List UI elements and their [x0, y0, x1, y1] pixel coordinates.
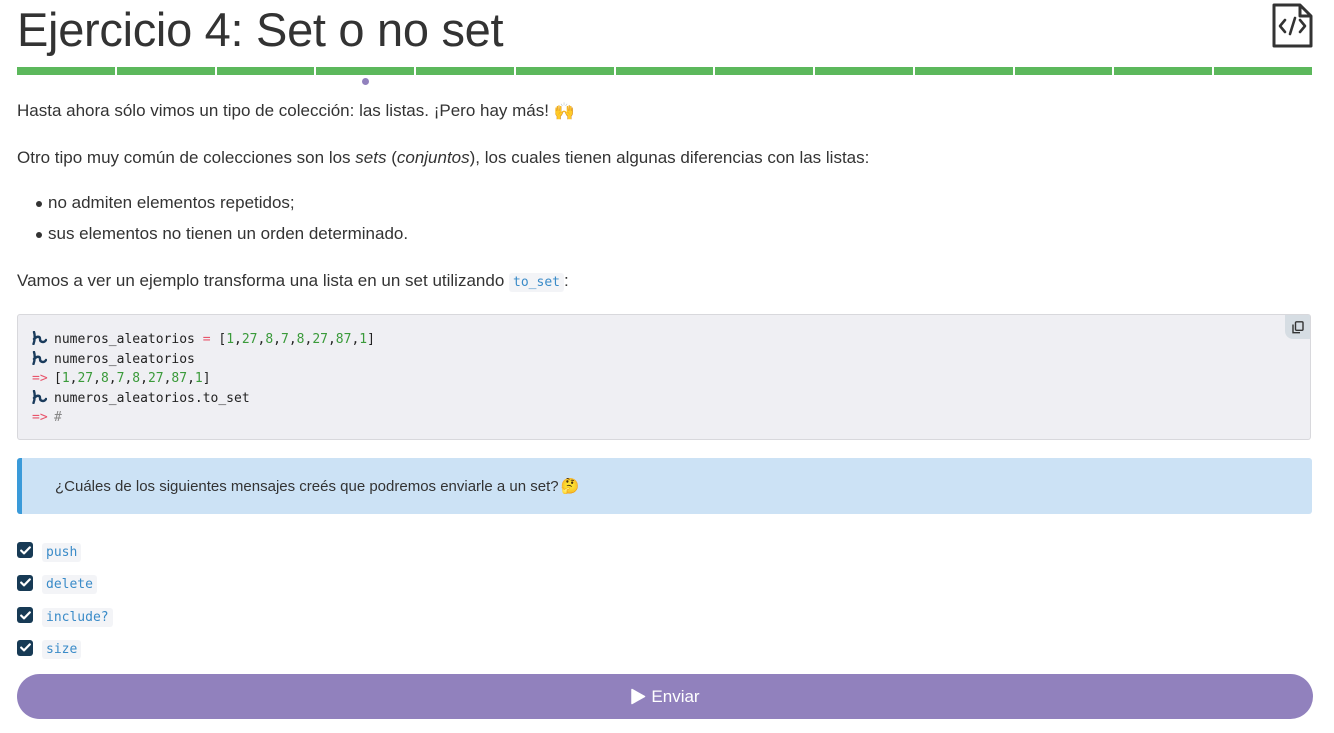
progress-segment[interactable]	[815, 67, 913, 75]
to-set-code: to_set	[509, 273, 564, 292]
list-item-text: no admiten elementos repetidos;	[48, 193, 295, 212]
progress-segment[interactable]	[1114, 67, 1213, 75]
option-label: delete	[42, 575, 97, 595]
sets-paragraph: Otro tipo muy común de colecciones son l…	[17, 147, 869, 169]
sets-text-mid: (	[386, 148, 397, 167]
bullet-dot	[36, 201, 42, 207]
progress-segment[interactable]	[216, 67, 315, 75]
list-item: sus elementos no tienen un orden determi…	[17, 223, 408, 254]
code-lines: numeros_aleatorios = [1,27,8,7,8,27,87,1…	[32, 330, 375, 428]
copy-button[interactable]	[1285, 315, 1310, 339]
checkbox[interactable]	[17, 574, 33, 591]
checkbox[interactable]	[17, 542, 33, 559]
example-paragraph: Vamos a ver un ejemplo transforma una li…	[17, 270, 569, 294]
sets-term: sets	[355, 148, 387, 167]
intro-paragraph: Hasta ahora sólo vimos un tipo de colecc…	[17, 100, 575, 123]
progress-segment[interactable]	[615, 67, 714, 75]
check-icon	[19, 546, 31, 555]
progress-segment[interactable]	[715, 67, 814, 75]
answer-option[interactable]: delete	[17, 569, 113, 602]
list-item-text: sus elementos no tienen un orden determi…	[48, 224, 409, 243]
option-label: include?	[42, 607, 113, 627]
exercise-progress-bar	[17, 67, 1312, 75]
checkbox[interactable]	[17, 639, 33, 656]
sets-text-after: ), los cuales tienen algunas diferencias…	[469, 148, 870, 167]
progress-segment[interactable]	[515, 67, 614, 75]
progress-segment[interactable]	[116, 67, 215, 75]
question-callout: ¿Cuáles de los siguientes mensajes creés…	[17, 458, 1312, 514]
progress-segment[interactable]	[1214, 67, 1312, 75]
question-text: ¿Cuáles de los siguientes mensajes creés…	[55, 477, 559, 495]
copy-icon	[1291, 320, 1304, 333]
checkbox[interactable]	[17, 607, 33, 624]
intro-text: Hasta ahora sólo vimos un tipo de colecc…	[17, 101, 554, 120]
thinking-face-emoji-icon: 🤔	[560, 478, 580, 495]
page-title: Ejercicio 4: Set o no set	[17, 3, 504, 56]
current-exercise-marker	[362, 78, 369, 85]
ruby-prompt-icon	[32, 389, 54, 411]
example-text: Vamos a ver un ejemplo transforma una li…	[17, 271, 510, 290]
check-icon	[19, 578, 31, 587]
conjuntos-term: conjuntos	[396, 148, 470, 167]
answer-options: push delete include? size	[17, 536, 113, 666]
bullet-dot	[36, 232, 42, 238]
raised-hands-emoji-icon: 🙌	[553, 101, 575, 121]
exercise-page: Ejercicio 4: Set o no set Hasta ahora só…	[0, 0, 1334, 733]
console-output-line: => #	[32, 410, 62, 426]
option-label: size	[42, 640, 82, 660]
progress-segment[interactable]	[17, 67, 115, 75]
check-icon	[19, 611, 31, 620]
console-input-line: numeros_aleatorios	[32, 350, 375, 370]
progress-segment[interactable]	[416, 67, 514, 75]
ruby-prompt-icon	[32, 330, 54, 352]
play-icon	[631, 688, 646, 705]
answer-option[interactable]: size	[17, 634, 113, 667]
console-code-block: numeros_aleatorios = [1,27,8,7,8,27,87,1…	[17, 314, 1311, 440]
check-icon	[19, 643, 31, 652]
sets-text-before: Otro tipo muy común de colecciones son l…	[17, 148, 356, 167]
ruby-prompt-icon	[32, 350, 54, 372]
progress-segment[interactable]	[914, 67, 1013, 75]
example-suffix: :	[563, 271, 569, 290]
console-input-line: numeros_aleatorios = [1,27,8,7,8,27,87,1…	[32, 330, 375, 350]
progress-segment[interactable]	[1014, 67, 1113, 75]
console-output-line: => [1,27,8,7,8,27,87,1]	[32, 371, 211, 387]
submit-button[interactable]: Enviar	[17, 674, 1313, 719]
option-label: push	[42, 542, 82, 562]
list-item: no admiten elementos repetidos;	[17, 192, 408, 223]
file-code-icon[interactable]	[1270, 2, 1314, 48]
differences-list: no admiten elementos repetidos; sus elem…	[17, 192, 408, 254]
submit-label: Enviar	[651, 686, 700, 706]
console-input-line: numeros_aleatorios.to_set	[32, 389, 375, 409]
answer-option[interactable]: push	[17, 536, 113, 569]
progress-segment[interactable]	[316, 67, 415, 75]
answer-option[interactable]: include?	[17, 601, 113, 634]
